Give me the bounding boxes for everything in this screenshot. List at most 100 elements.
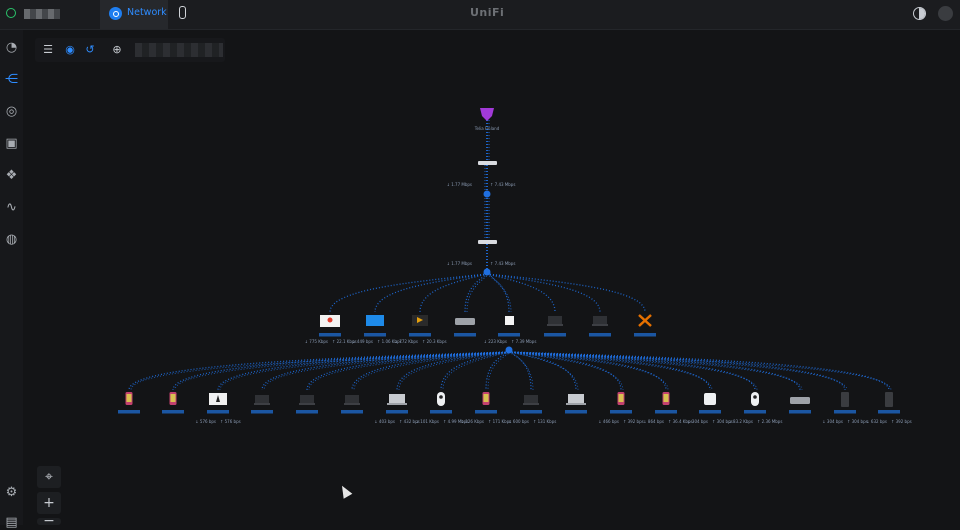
unraid-icon <box>320 315 340 327</box>
tower-icon <box>885 392 893 407</box>
tier3-node-label-redacted <box>475 410 497 414</box>
laptop-icon-screen <box>593 316 607 324</box>
tier3-rate-up: ↑ 2.36 Mbps <box>757 419 782 424</box>
tier3-rate-down: ↓ 403 bps <box>374 419 395 424</box>
camera-icon-lens <box>753 395 757 399</box>
link-line <box>486 273 510 313</box>
laptop-icon-base <box>592 324 608 326</box>
link-line <box>464 273 488 313</box>
isp-label: Telia Finland <box>474 126 500 131</box>
camera-icon <box>437 392 445 406</box>
access-point-icon-body <box>505 316 514 325</box>
tier3-rate-up: ↑ 392 bps <box>891 419 912 424</box>
tier2-node-label-redacted <box>454 333 476 337</box>
tier3-rate-down: ↓ 304 bps <box>687 419 708 424</box>
laptop-icon-screen <box>548 316 562 324</box>
tier2-node-label-redacted <box>544 333 566 337</box>
tier3-rate-down: ↓ 864 bps <box>643 419 664 424</box>
speaker-icon-body <box>704 393 716 405</box>
switch-rate-down: ↓ 1.77 Mbps <box>447 261 472 266</box>
phone-icon-screen <box>170 394 176 402</box>
tier3-node-label-redacted <box>878 410 900 414</box>
macbook-icon-screen <box>389 394 405 403</box>
laptop-icon <box>254 395 270 405</box>
tower-icon <box>841 392 849 407</box>
tier3-rate-down: ↓ 466 bps <box>598 419 619 424</box>
tower-icon-body <box>885 392 893 407</box>
tier2-node-label-redacted <box>498 333 520 337</box>
macbook-icon-base <box>566 403 586 405</box>
laptop-icon-base <box>254 403 270 405</box>
tier3-rate-down: ↓ 304 bps <box>822 419 843 424</box>
link-line <box>510 351 534 391</box>
tier3-node-label-redacted <box>296 410 318 414</box>
tier3-rate-up: ↑ 392 bps <box>623 419 644 424</box>
tier3-rate-down: ↓ 83.2 Kbps <box>728 419 753 424</box>
laptop-icon <box>592 316 608 326</box>
macbook-icon <box>387 394 407 405</box>
gateway-device-icon[interactable] <box>478 161 497 165</box>
camera-icon-body <box>751 392 759 406</box>
laptop-icon-screen <box>255 395 269 403</box>
proxmox-icon-mark <box>638 314 652 327</box>
tier2-rate-down: ↓ 449 bps <box>352 339 373 344</box>
macbook-icon <box>566 394 586 405</box>
tier2-node-label-redacted <box>589 333 611 337</box>
mac-mini-icon-body <box>790 397 810 404</box>
tier3-node-label-redacted <box>386 410 408 414</box>
tier2-rate-down: ↓ 772 Kbps <box>395 339 418 344</box>
link-line <box>396 351 510 391</box>
tier3-rate-up: ↑ 131 Kbps <box>533 419 556 424</box>
tier3-node-label-redacted <box>162 410 184 414</box>
isp-node[interactable]: Telia Finland <box>474 108 500 131</box>
camera-icon <box>751 392 759 406</box>
topology-map[interactable]: ↓ 775 Kbps ↑ 22.1 Kbps↓ 449 bps ↑ 1.06 Kbp… <box>0 0 960 525</box>
tier3-node-label-redacted <box>520 410 542 414</box>
tier3-node-label-redacted <box>610 410 632 414</box>
topology-nodes: ↓ 775 Kbps ↑ 22.1 Kbps↓ 449 bps ↑ 1.06 Kbp… <box>118 314 912 424</box>
tier3-rate-down: ↓ 101 Kbps <box>416 419 439 424</box>
camera-icon-lens <box>439 395 443 399</box>
tier3-rate-down: ↓ 576 bps <box>195 419 216 424</box>
tier2-node-label-redacted <box>634 333 656 337</box>
link-line <box>217 351 510 391</box>
link-line <box>442 351 512 391</box>
laptop-icon-screen <box>300 395 314 403</box>
tower-icon-body <box>841 392 849 407</box>
tier3-node-label-redacted <box>118 410 140 414</box>
tier2-node-label-redacted <box>319 333 341 337</box>
link-line <box>508 351 577 391</box>
phone-icon-screen <box>126 394 132 402</box>
gateway-rate-up: ↑ 7.43 Mbps <box>490 182 515 187</box>
laptop-icon-base <box>344 403 360 405</box>
tier2-node-label-redacted <box>409 333 431 337</box>
laptop-icon-base <box>547 324 563 326</box>
phone-icon <box>662 392 670 405</box>
mac-mini-icon-body <box>455 318 475 325</box>
tier3-node-label-redacted <box>207 410 229 414</box>
tier3-rate-down: ↓ 632 bps <box>866 419 887 424</box>
macbook-icon-screen <box>568 394 584 403</box>
tier3-node-label-redacted <box>341 410 363 414</box>
link-line <box>508 351 532 391</box>
macbook-icon-base <box>387 403 407 405</box>
laptop-icon-screen <box>345 395 359 403</box>
proxmox-icon <box>638 314 652 327</box>
tier3-rate-down: ↓ 126 Kbps <box>461 419 484 424</box>
link-line <box>486 273 556 313</box>
laptop-icon-screen <box>524 395 538 403</box>
tier2-rate-up: ↑ 7.39 Mbps <box>511 339 536 344</box>
switch-device-icon[interactable] <box>478 240 497 244</box>
laptop-icon <box>344 395 360 405</box>
mac-mini-icon <box>790 397 810 404</box>
link-line <box>485 351 510 391</box>
gateway-port-dot <box>483 190 491 198</box>
link-line <box>466 273 490 313</box>
tier3-node-label-redacted <box>430 410 452 414</box>
gateway-rate-down: ↓ 1.77 Mbps <box>447 182 472 187</box>
tier3-node-label-redacted <box>565 410 587 414</box>
tier3-rate-up: ↑ 304 bps <box>847 419 868 424</box>
tier2-rate-up: ↑ 20.3 Kbps <box>422 339 447 344</box>
isp-logo-icon <box>480 108 494 121</box>
phone-icon-screen <box>483 394 489 402</box>
